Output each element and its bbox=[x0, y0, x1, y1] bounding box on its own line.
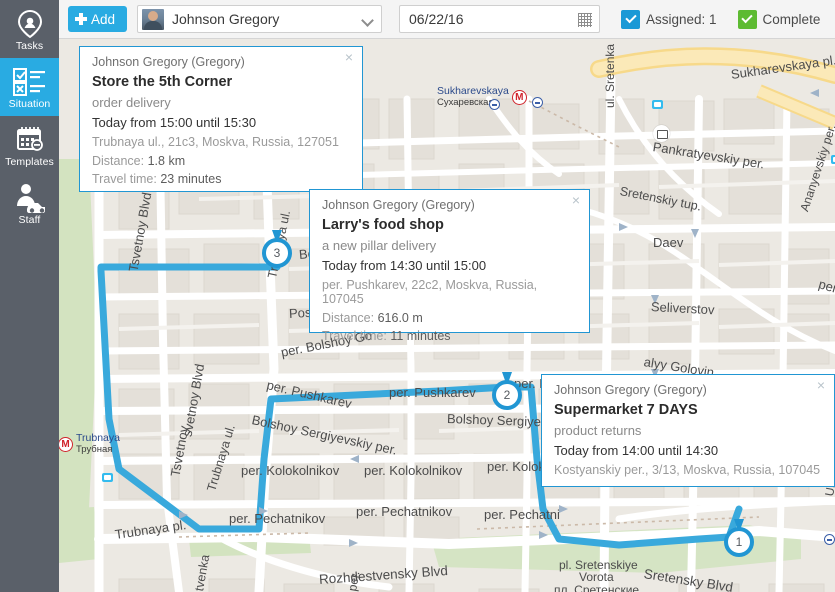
no-entry-poi-icon bbox=[824, 534, 835, 545]
task-distance-value: 616.0 m bbox=[377, 311, 423, 325]
bus-stop-poi-icon bbox=[831, 155, 835, 164]
task-subtitle: product returns bbox=[554, 423, 642, 438]
task-title: Store the 5th Corner bbox=[92, 74, 233, 90]
sidebar-item-templates[interactable]: Templates bbox=[0, 116, 59, 174]
sidebar-item-label: Tasks bbox=[15, 39, 44, 52]
task-title: Larry's food shop bbox=[322, 217, 444, 233]
task-card[interactable]: × Johnson Gregory (Gregory) Larry's food… bbox=[309, 189, 590, 343]
sidebar-item-label: Staff bbox=[18, 213, 41, 226]
add-button-label: Add bbox=[91, 11, 116, 27]
task-travel-label: Travel time: bbox=[322, 329, 387, 343]
sidebar: Tasks Situation Templates Staff bbox=[0, 0, 59, 592]
task-time: Today from 15:00 until 15:30 bbox=[92, 115, 257, 130]
task-distance-label: Distance: bbox=[92, 154, 145, 168]
toolbar: Add Johnson Gregory 06/22/16 Assigned: 1… bbox=[59, 0, 835, 39]
task-address: per. Pushkarev, 22c2, Moskva, Russia, 10… bbox=[322, 278, 538, 306]
calendar-icon bbox=[15, 125, 45, 155]
add-button[interactable]: Add bbox=[68, 6, 127, 32]
camera-poi-icon bbox=[653, 125, 670, 142]
task-travel-label: Travel time: bbox=[92, 172, 157, 186]
task-distance: Distance: 1.8 km bbox=[92, 154, 350, 168]
task-time: Today from 14:00 until 14:30 bbox=[554, 443, 719, 458]
sidebar-item-label: Templates bbox=[5, 155, 54, 168]
task-travel-value: 23 minutes bbox=[160, 172, 222, 186]
filter-assigned-label: Assigned: 1 bbox=[646, 11, 717, 27]
sidebar-item-situation[interactable]: Situation bbox=[0, 58, 59, 116]
route-marker[interactable]: 1 bbox=[724, 519, 754, 557]
assigned-checkbox[interactable] bbox=[621, 9, 640, 29]
close-icon[interactable]: × bbox=[569, 193, 583, 207]
task-travel-time: Travel time: 11 minutes bbox=[322, 329, 577, 343]
sidebar-item-tasks[interactable]: Tasks bbox=[0, 0, 59, 58]
date-field[interactable]: 06/22/16 bbox=[399, 5, 600, 33]
task-owner: Johnson Gregory (Gregory) bbox=[554, 383, 707, 397]
sidebar-item-staff[interactable]: Staff bbox=[0, 174, 59, 232]
sidebar-item-label: Situation bbox=[8, 97, 51, 110]
chevron-down-icon bbox=[361, 14, 374, 27]
avatar bbox=[142, 8, 164, 30]
filter-assigned[interactable]: Assigned: 1 bbox=[621, 9, 717, 29]
filter-complete[interactable]: Complete bbox=[737, 9, 821, 29]
task-card[interactable]: × Johnson Gregory (Gregory) Store the 5t… bbox=[79, 46, 363, 192]
task-time: Today from 14:30 until 15:00 bbox=[322, 258, 487, 273]
task-address: Trubnaya ul., 21c3, Moskva, Russia, 1270… bbox=[92, 135, 339, 149]
task-distance-label: Distance: bbox=[322, 311, 375, 325]
checklist-icon bbox=[12, 67, 47, 97]
filter-complete-label: Complete bbox=[762, 11, 821, 27]
task-travel-time: Travel time: 23 minutes bbox=[92, 172, 350, 186]
no-entry-poi-icon bbox=[489, 99, 500, 110]
task-distance-value: 1.8 km bbox=[147, 154, 186, 168]
calendar-picker-icon[interactable] bbox=[578, 13, 592, 27]
close-icon[interactable]: × bbox=[814, 378, 828, 392]
app-root: Tasks Situation Templates Staff Add John… bbox=[0, 0, 835, 592]
check-icon bbox=[741, 11, 753, 24]
plus-icon bbox=[75, 13, 87, 25]
check-icon bbox=[624, 11, 637, 24]
task-owner: Johnson Gregory (Gregory) bbox=[92, 55, 245, 69]
complete-checkbox[interactable] bbox=[737, 9, 757, 29]
task-subtitle: order delivery bbox=[92, 95, 171, 110]
user-pin-icon bbox=[17, 9, 43, 39]
marker-number: 1 bbox=[724, 527, 754, 557]
task-owner: Johnson Gregory (Gregory) bbox=[322, 198, 475, 212]
bus-stop-poi-icon bbox=[102, 473, 113, 482]
close-icon[interactable]: × bbox=[342, 50, 356, 64]
no-entry-poi-icon bbox=[532, 97, 543, 108]
task-card[interactable]: × Johnson Gregory (Gregory) Supermarket … bbox=[541, 374, 835, 487]
bus-stop-poi-icon bbox=[652, 100, 663, 109]
task-title: Supermarket 7 DAYS bbox=[554, 402, 698, 418]
date-value: 06/22/16 bbox=[409, 11, 464, 27]
task-travel-value: 11 minutes bbox=[390, 329, 451, 343]
route-marker[interactable]: 2 bbox=[492, 372, 522, 410]
route-marker[interactable]: 3 bbox=[262, 230, 292, 268]
marker-number: 2 bbox=[492, 380, 522, 410]
staff-car-icon bbox=[13, 183, 47, 213]
task-distance: Distance: 616.0 m bbox=[322, 311, 577, 325]
task-address: Kostyanskiy per., 3/13, Moskva, Russia, … bbox=[554, 463, 821, 477]
staff-select[interactable]: Johnson Gregory bbox=[137, 5, 382, 33]
marker-number: 3 bbox=[262, 238, 292, 268]
task-subtitle: a new pillar delivery bbox=[322, 238, 437, 253]
staff-select-value: Johnson Gregory bbox=[172, 11, 280, 27]
